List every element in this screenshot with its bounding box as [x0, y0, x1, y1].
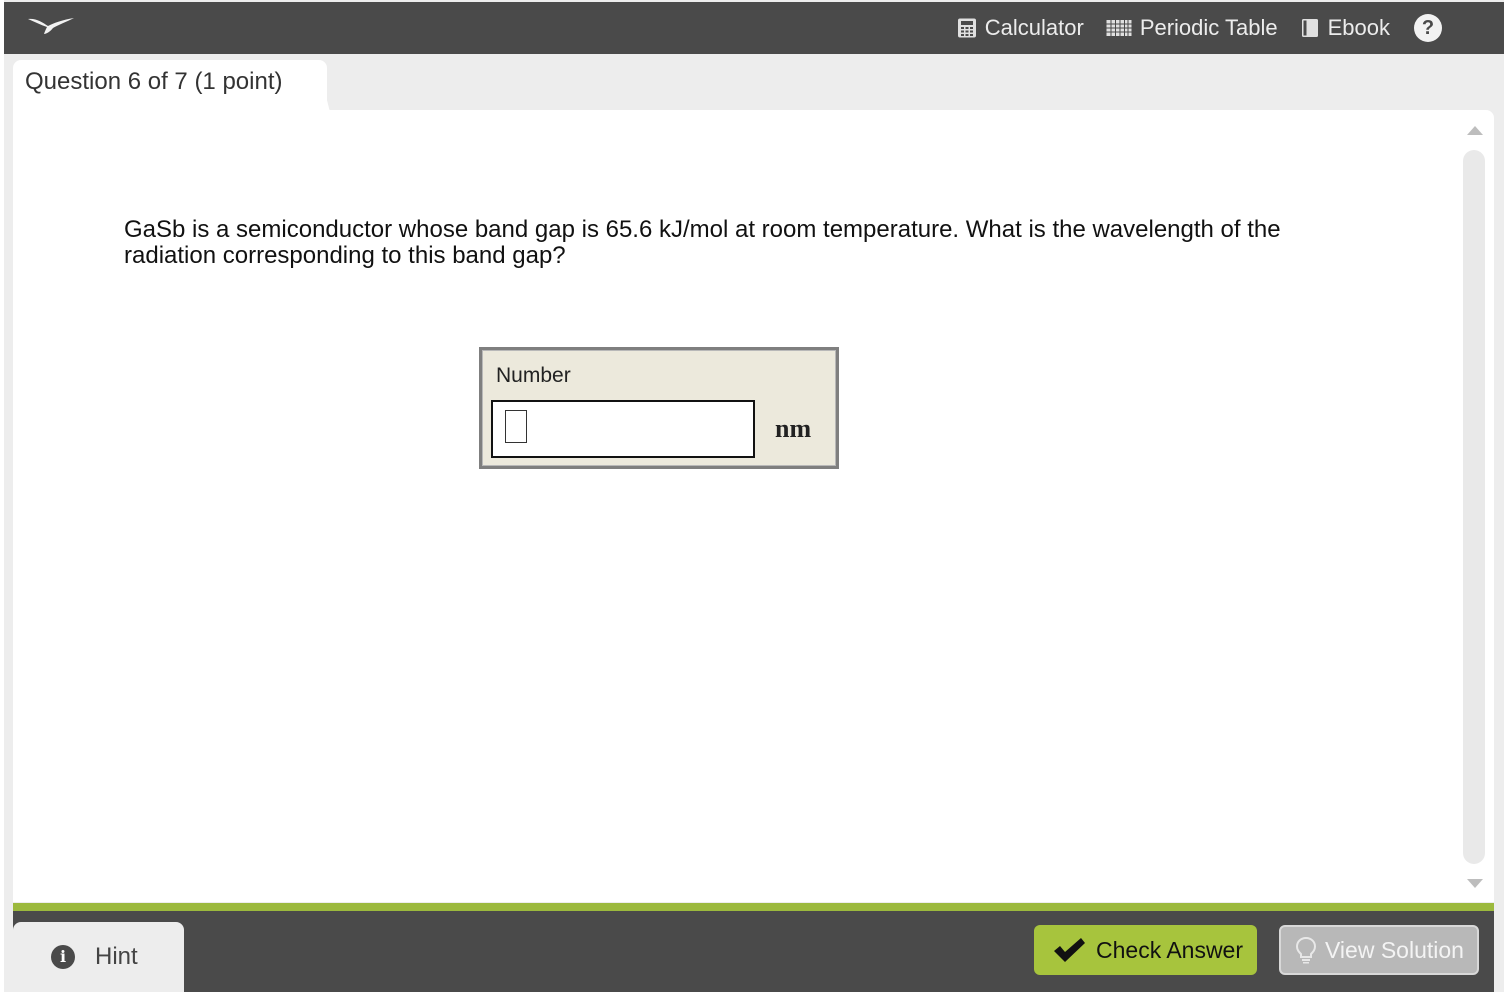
- check-answer-button[interactable]: Check Answer: [1034, 925, 1257, 975]
- periodic-table-label: Periodic Table: [1139, 15, 1278, 40]
- lightbulb-icon: [1295, 936, 1317, 964]
- question-text: GaSb is a semiconductor whose band gap i…: [124, 216, 1281, 269]
- question-tab-label: Question 6 of 7 (1 point): [25, 68, 283, 95]
- scroll-up-arrow-icon[interactable]: [1467, 126, 1483, 135]
- top-toolbar: Calculator Periodic Table Ebook ?: [4, 2, 1504, 54]
- toolbar-tools: Calculator Periodic Table Ebook: [957, 2, 1390, 54]
- hint-label: Hint: [95, 943, 138, 970]
- view-solution-button[interactable]: View Solution: [1279, 925, 1479, 975]
- periodic-table-button[interactable]: Periodic Table: [1106, 15, 1278, 41]
- hint-button[interactable]: i Hint: [13, 922, 184, 992]
- calculator-button[interactable]: Calculator: [957, 15, 1084, 41]
- ebook-label: Ebook: [1327, 15, 1390, 40]
- ebook-button[interactable]: Ebook: [1300, 15, 1390, 41]
- frame-edge: [0, 0, 4, 992]
- answer-label: Number: [496, 364, 571, 387]
- help-icon[interactable]: ?: [1414, 14, 1442, 42]
- info-icon: i: [51, 945, 75, 969]
- view-solution-label: View Solution: [1325, 936, 1464, 963]
- calculator-label: Calculator: [984, 15, 1084, 40]
- answer-input-cursor: [505, 410, 527, 443]
- checkmark-icon: [1054, 938, 1085, 962]
- accent-strip: [13, 903, 1494, 911]
- periodic-table-icon: [1106, 20, 1132, 36]
- ebook-icon: [1301, 19, 1318, 37]
- check-answer-label: Check Answer: [1096, 936, 1244, 963]
- scrollbar-track[interactable]: [1463, 150, 1485, 864]
- calculator-icon: [957, 18, 976, 38]
- answer-box: Number nm: [479, 347, 839, 469]
- scroll-down-arrow-icon[interactable]: [1467, 879, 1483, 888]
- bottom-toolbar: [13, 911, 1494, 992]
- answer-unit: nm: [775, 414, 812, 443]
- bird-logo-icon: [28, 18, 74, 34]
- answer-input[interactable]: [491, 400, 755, 458]
